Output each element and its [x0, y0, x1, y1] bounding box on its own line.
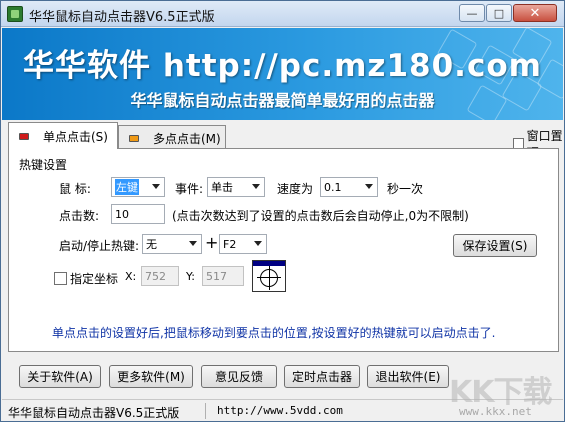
checkbox-icon[interactable] — [54, 272, 67, 285]
mouse-button-select[interactable]: 左键 — [111, 177, 165, 197]
orange-indicator-icon — [129, 134, 139, 142]
banner-title: 华华软件 http://pc.mz180.com — [23, 48, 542, 84]
status-url[interactable]: http://www.5vdd.com — [217, 404, 343, 417]
crosshair-picker[interactable] — [252, 260, 286, 292]
plus-sign: + — [205, 233, 219, 252]
status-divider — [205, 403, 206, 419]
header-banner: 华华软件 http://pc.mz180.com 华华鼠标自动点击器最简单最好用… — [2, 28, 563, 120]
tab-single-click[interactable]: 单点点击(S) — [8, 122, 118, 149]
chevron-down-icon — [252, 184, 260, 189]
click-count-input[interactable]: 10 — [111, 204, 165, 224]
tab-multi-click-label: 多点点击(M) — [153, 131, 221, 146]
event-label: 事件: — [175, 182, 204, 196]
close-button[interactable]: ✕ — [513, 4, 557, 22]
speed-unit: 秒一次 — [387, 182, 424, 196]
chevron-down-icon — [152, 184, 160, 189]
more-software-button[interactable]: 更多软件(M) — [109, 365, 193, 388]
y-label: Y: — [186, 270, 195, 283]
mouse-button-value: 左键 — [115, 179, 139, 195]
chevron-down-icon — [365, 184, 373, 189]
exit-button[interactable]: 退出软件(E) — [367, 365, 449, 388]
speed-value: 0.1 — [324, 180, 342, 194]
speed-label: 速度为 — [277, 182, 314, 196]
specify-coord-checkbox[interactable]: 指定坐标 — [54, 270, 118, 287]
red-indicator-icon — [19, 132, 29, 140]
hotkey-modifier-select[interactable]: 无 — [142, 234, 202, 254]
y-coordinate-input[interactable]: 517 — [202, 266, 244, 286]
minimize-button[interactable]: — — [459, 4, 485, 22]
x-coordinate-input[interactable]: 752 — [141, 266, 179, 286]
title-bar[interactable]: 华华鼠标自动点击器V6.5正式版 — □ ✕ — [1, 1, 564, 27]
chevron-down-icon — [254, 241, 262, 246]
usage-hint: 单点点击的设置好后,把鼠标移动到要点击的位置,按设置好的热键就可以启动点击了. — [52, 326, 496, 340]
hotkey-modifier-value: 无 — [146, 238, 157, 251]
watermark-url: www.kkx.net — [459, 405, 532, 418]
tab-single-click-label: 单点点击(S) — [43, 129, 108, 144]
app-icon — [7, 6, 23, 22]
timed-clicker-button[interactable]: 定时点击器 — [284, 365, 360, 388]
banner-subtitle: 华华鼠标自动点击器最简单最好用的点击器 — [130, 91, 435, 110]
hotkey-label: 启动/停止热键: — [59, 239, 140, 253]
event-value: 单击 — [211, 181, 233, 194]
click-count-note: (点击次数达到了设置的点击数后会自动停止,0为不限制) — [172, 209, 469, 223]
click-count-label: 点击数: — [59, 209, 100, 223]
hotkey-key-select[interactable]: F2 — [219, 234, 267, 254]
app-window: 华华鼠标自动点击器V6.5正式版 — □ ✕ 华华软件 http://pc.mz… — [0, 0, 565, 422]
maximize-button[interactable]: □ — [486, 4, 512, 22]
single-click-panel: 热键设置 鼠 标: 左键 事件: 单击 速度为 0.1 秒一次 点击数: 10 … — [8, 148, 559, 352]
save-settings-button[interactable]: 保存设置(S) — [453, 234, 537, 257]
window-title: 华华鼠标自动点击器V6.5正式版 — [29, 10, 215, 25]
speed-select[interactable]: 0.1 — [320, 177, 378, 197]
hotkey-group-label: 热键设置 — [19, 158, 68, 172]
hotkey-key-value: F2 — [223, 237, 237, 251]
mouse-label: 鼠 标: — [59, 182, 91, 196]
chevron-down-icon — [189, 241, 197, 246]
tab-multi-click[interactable]: 多点点击(M) — [118, 125, 226, 150]
feedback-button[interactable]: 意见反馈 — [201, 365, 277, 388]
specify-coord-label: 指定坐标 — [70, 272, 119, 286]
status-app-name: 华华鼠标自动点击器V6.5正式版 — [8, 406, 180, 420]
crosshair-vertical — [269, 266, 270, 290]
x-label: X: — [125, 270, 137, 283]
event-select[interactable]: 单击 — [207, 177, 265, 197]
about-button[interactable]: 关于软件(A) — [19, 365, 101, 388]
